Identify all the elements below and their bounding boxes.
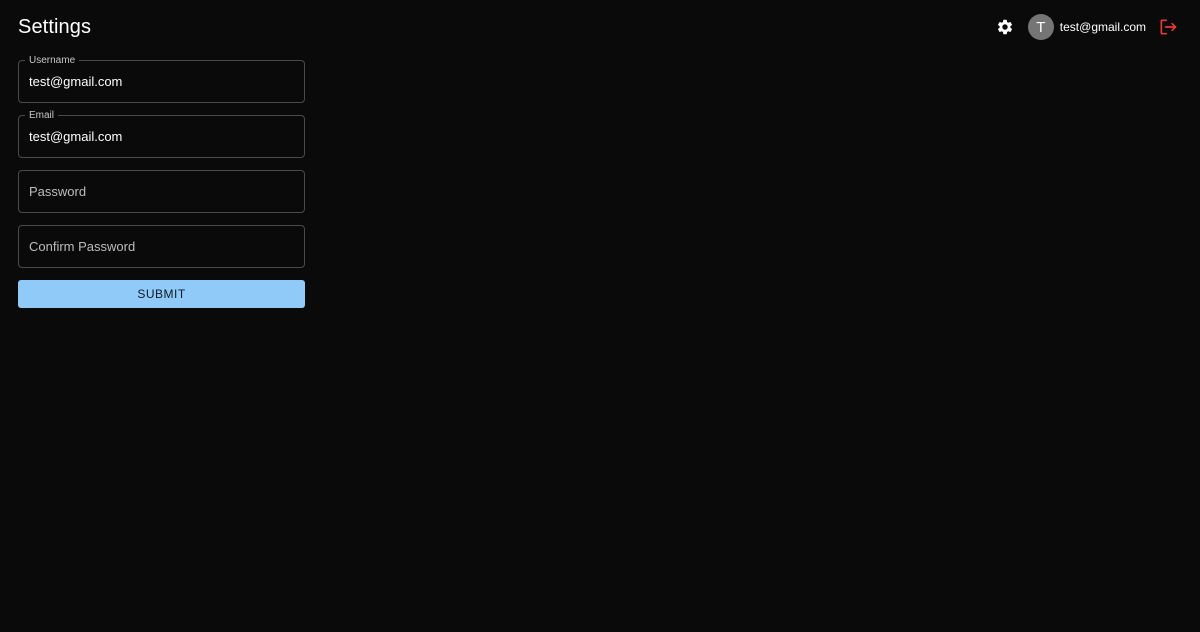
avatar[interactable]: T: [1027, 14, 1054, 40]
logout-button[interactable]: [1158, 17, 1178, 37]
user-email: test@gmail.com: [1059, 20, 1146, 34]
username-input[interactable]: [19, 61, 304, 102]
email-field: Email: [18, 110, 305, 158]
gear-icon: [997, 19, 1012, 35]
submit-button[interactable]: SUBMIT: [18, 280, 305, 308]
confirm-password-field: [18, 225, 305, 268]
username-field: Username: [18, 55, 305, 103]
confirm-password-input[interactable]: [19, 226, 304, 267]
settings-form: Username Email SUBMIT: [18, 55, 305, 308]
logout-icon: [1160, 19, 1177, 35]
user-toolbar: T test@gmail.com: [994, 14, 1178, 40]
password-input[interactable]: [19, 171, 304, 212]
email-input[interactable]: [19, 116, 304, 157]
settings-button[interactable]: [994, 16, 1016, 38]
page-title: Settings: [18, 16, 92, 38]
settings-page: Settings T test@gmail.com Username Email: [0, 0, 1200, 632]
password-field: [18, 170, 305, 213]
